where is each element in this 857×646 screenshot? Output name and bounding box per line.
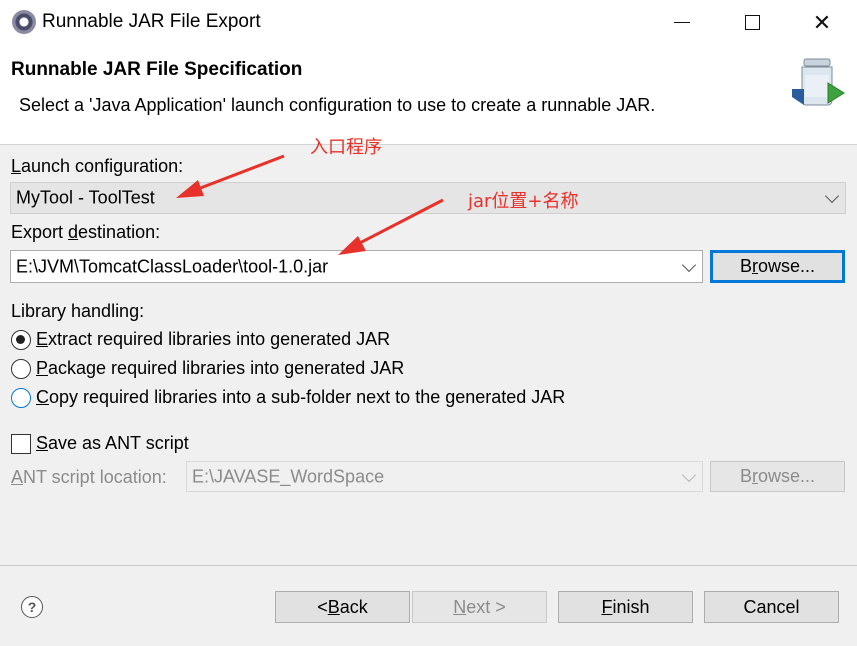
export-destination-value: E:\JVM\TomcatClassLoader\tool-1.0.jar — [16, 256, 329, 276]
title-bar: Runnable JAR File Export ✕ — [0, 0, 857, 45]
export-destination-combo[interactable]: E:\JVM\TomcatClassLoader\tool-1.0.jar — [10, 250, 703, 283]
page-title: Runnable JAR File Specification — [11, 59, 303, 80]
extract-libraries-radio[interactable] — [11, 330, 31, 350]
maximize-icon — [744, 15, 760, 30]
package-libraries-radio[interactable] — [11, 359, 31, 379]
cancel-button[interactable]: Cancel — [704, 591, 839, 623]
export-browse-button[interactable]: Br owse... — [710, 250, 845, 283]
chevron-down-icon — [681, 467, 697, 482]
window-title: Runnable JAR File Export — [42, 11, 261, 32]
package-libraries-label[interactable]: Package required libraries into generate… — [36, 358, 404, 379]
extract-libraries-label[interactable]: Extract required libraries into generate… — [36, 329, 390, 350]
back-button[interactable]: < Back — [275, 591, 410, 623]
launch-configuration-value: MyTool - ToolTest — [16, 187, 155, 208]
launch-configuration-select[interactable]: MyTool - ToolTest — [10, 182, 846, 214]
ant-browse-button[interactable]: Br owse... — [710, 461, 845, 492]
eclipse-app-icon — [12, 10, 36, 34]
help-icon[interactable]: ? — [21, 596, 43, 618]
minimize-icon — [674, 22, 690, 23]
close-button[interactable]: ✕ — [787, 0, 857, 45]
maximize-button[interactable] — [717, 0, 787, 45]
annotation-jar-location: jar位置+名称 — [468, 191, 579, 212]
copy-libraries-label[interactable]: Copy required libraries into a sub-folde… — [36, 387, 565, 408]
close-icon: ✕ — [812, 9, 832, 35]
library-handling-label: Library handling: — [11, 301, 145, 321]
chevron-down-icon — [681, 257, 697, 272]
jar-export-icon — [792, 58, 845, 106]
wizard-banner: Runnable JAR File Specification Select a… — [0, 45, 857, 145]
launch-configuration-label: Launch configuration: — [11, 156, 184, 176]
minimize-button[interactable] — [647, 0, 717, 45]
ant-script-location-label: ANT script location: — [11, 467, 167, 487]
save-ant-script-checkbox[interactable] — [11, 434, 31, 454]
ant-script-location-value: E:\JAVASE_WordSpace — [192, 466, 385, 486]
chevron-down-icon — [824, 188, 840, 204]
next-button[interactable]: Next > — [412, 591, 547, 623]
ant-script-location-combo[interactable]: E:\JAVASE_WordSpace — [186, 461, 703, 492]
export-destination-label: Export destination: — [11, 222, 161, 242]
copy-libraries-radio[interactable] — [11, 388, 31, 408]
footer-separator — [0, 565, 857, 566]
annotation-entry-program: 入口程序 — [310, 137, 382, 158]
finish-button[interactable]: Finish — [558, 591, 693, 623]
save-ant-script-label[interactable]: Save as ANT script — [36, 433, 189, 454]
page-description: Select a 'Java Application' launch confi… — [19, 95, 656, 115]
